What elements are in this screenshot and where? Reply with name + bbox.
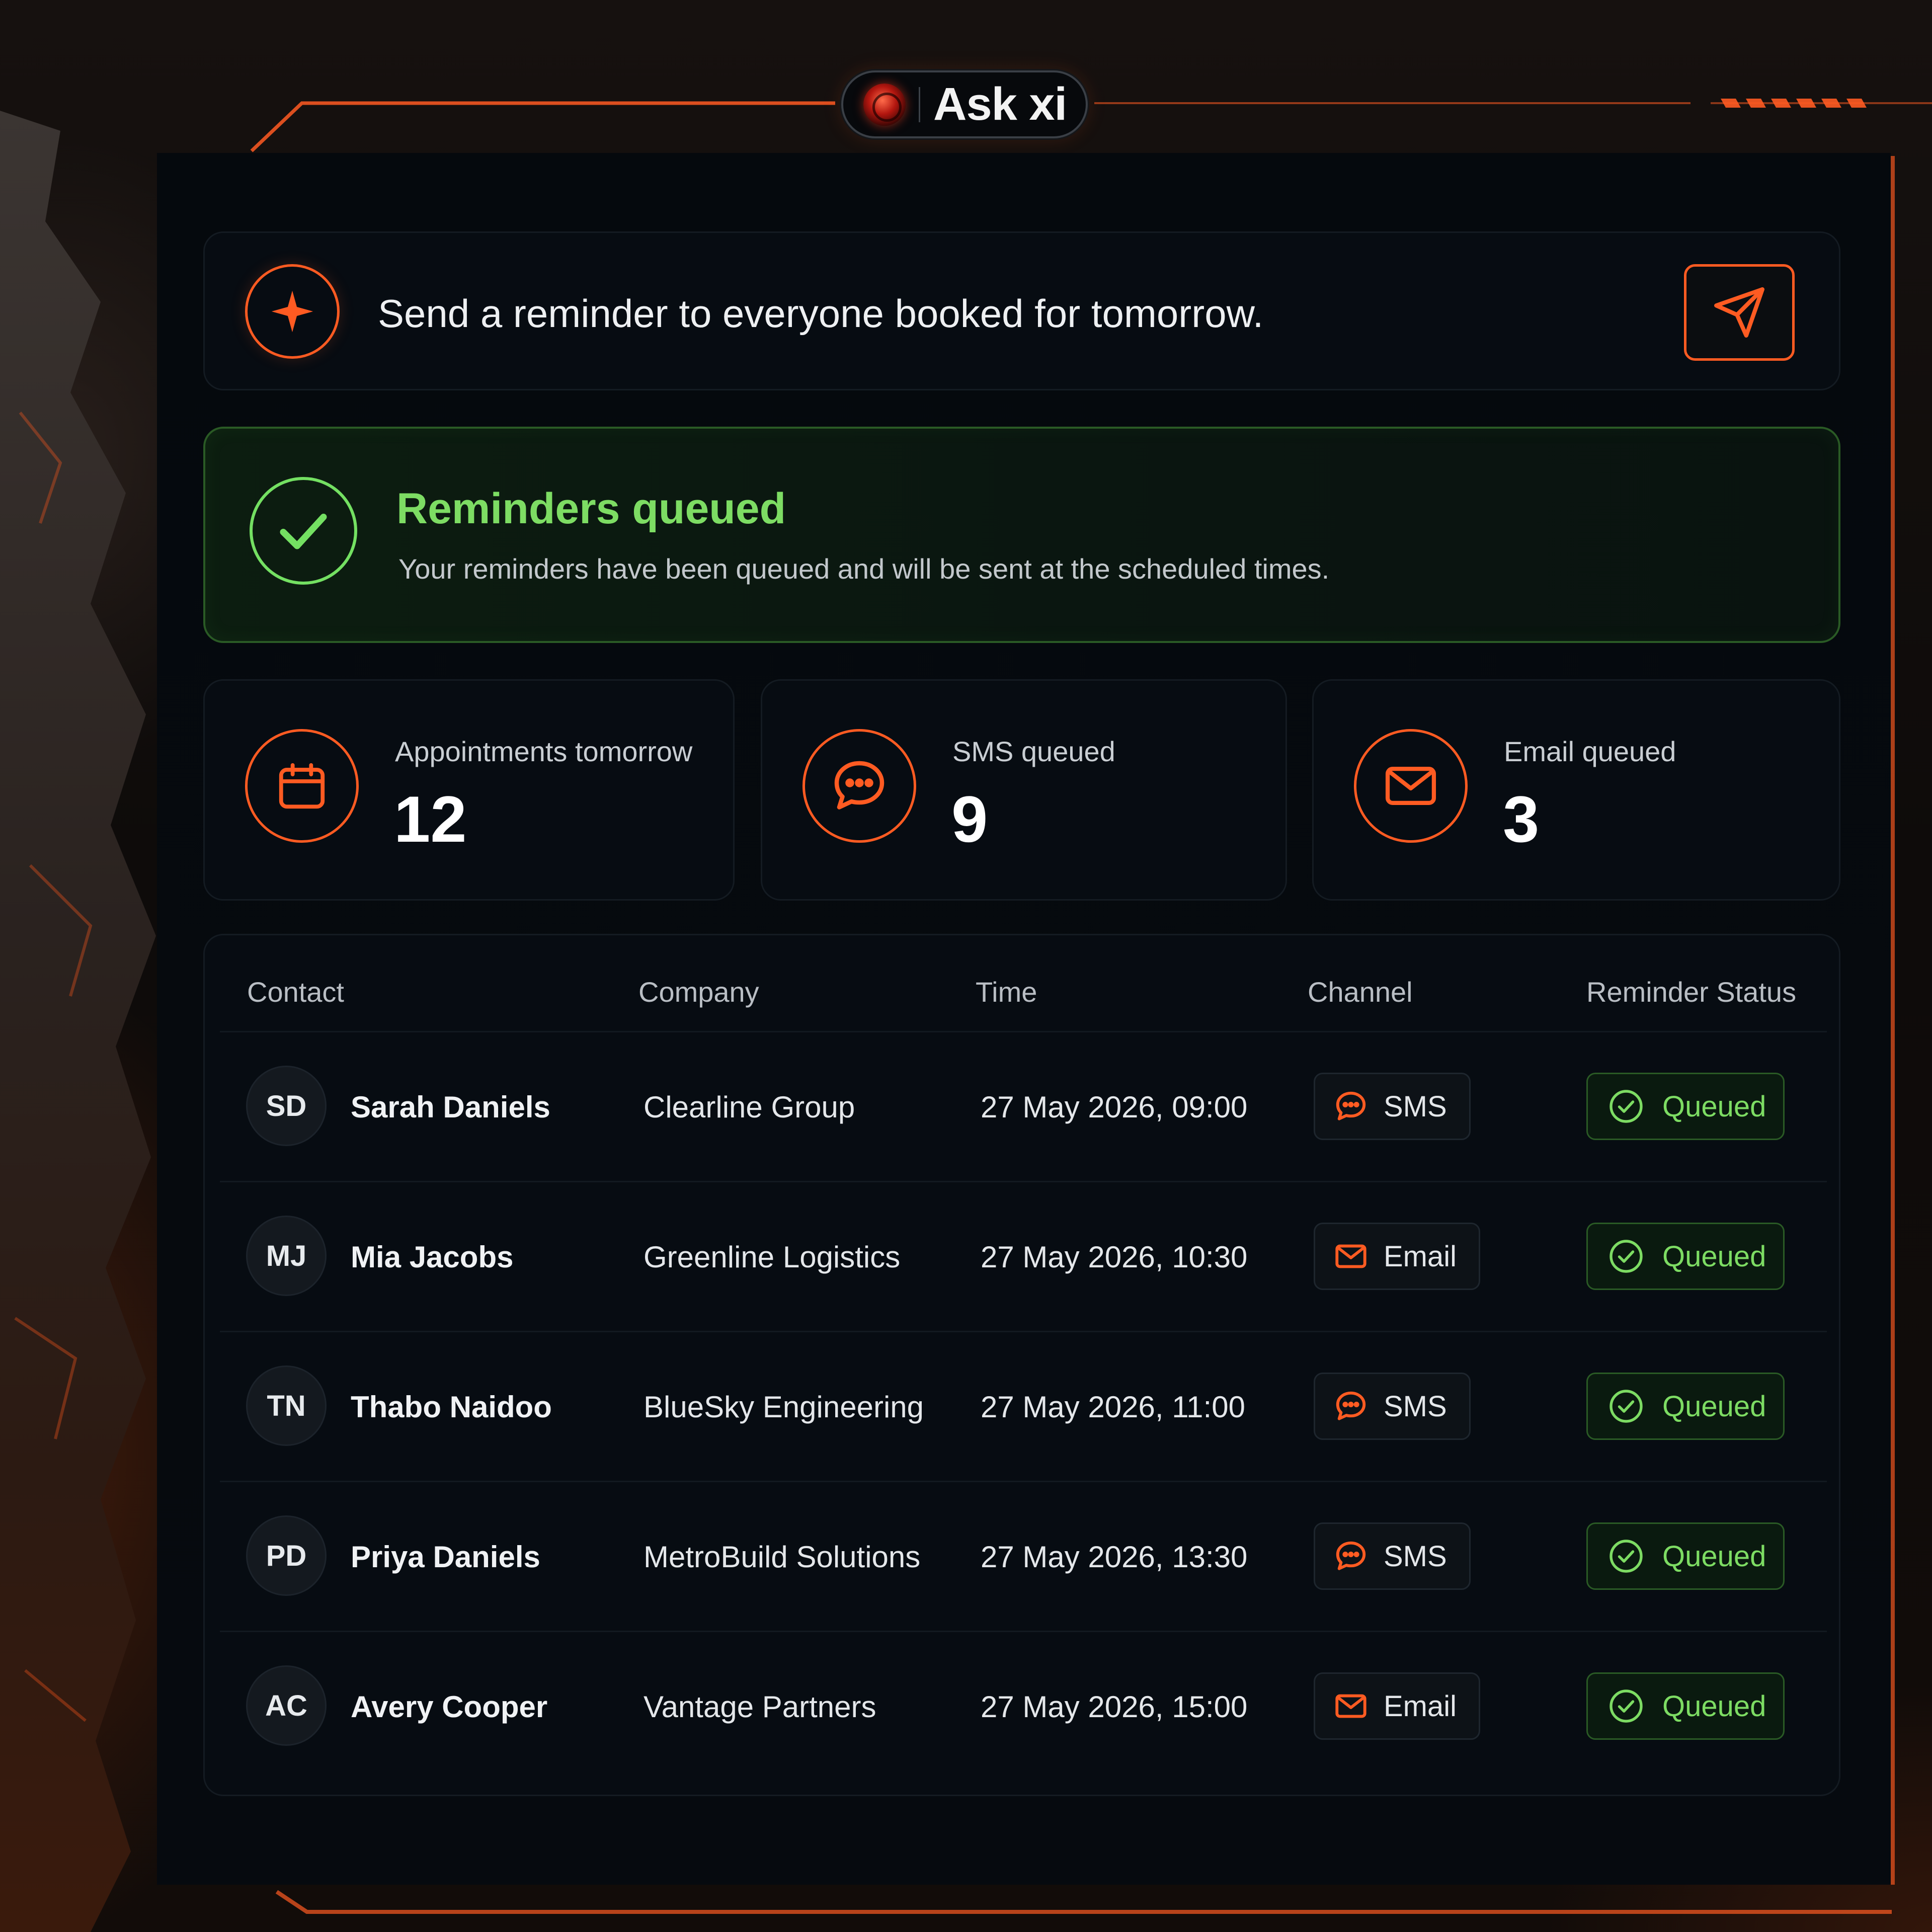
avatar: AC <box>246 1665 327 1746</box>
stat-card-sms: SMS queued 9 <box>761 679 1287 901</box>
contact-name: Priya Daniels <box>351 1540 540 1574</box>
main-panel: Send a reminder to everyone booked for t… <box>157 153 1891 1885</box>
check-circle-icon <box>1609 1090 1643 1123</box>
check-circle-icon <box>1609 1390 1643 1423</box>
stat-card-appointments: Appointments tomorrow 12 <box>203 679 735 901</box>
status-label: Queued <box>1662 1240 1766 1273</box>
table-row[interactable]: TN Thabo Naidoo BlueSky Engineering 27 M… <box>220 1331 1827 1481</box>
success-description: Your reminders have been queued and will… <box>398 553 1330 585</box>
status-badge: Queued <box>1586 1223 1785 1290</box>
ask-xi-logo-icon <box>863 83 906 126</box>
column-header-contact[interactable]: Contact <box>247 976 344 1008</box>
status-badge: Queued <box>1586 1373 1785 1440</box>
header-divider <box>919 87 920 122</box>
status-label: Queued <box>1662 1689 1766 1723</box>
brand-name: Ask xi <box>933 78 1067 130</box>
channel-badge: SMS <box>1314 1373 1471 1440</box>
status-badge: Queued <box>1586 1672 1785 1740</box>
avatar: MJ <box>246 1216 327 1296</box>
column-header-channel[interactable]: Channel <box>1308 976 1413 1008</box>
company-name: MetroBuild Solutions <box>643 1540 921 1574</box>
success-title: Reminders queued <box>396 485 786 533</box>
check-circle-icon <box>1609 1240 1643 1273</box>
stat-card-email: Email queued 3 <box>1312 679 1840 901</box>
status-label: Queued <box>1662 1390 1766 1423</box>
avatar: SD <box>246 1066 327 1146</box>
appointment-time: 27 May 2026, 09:00 <box>981 1090 1248 1124</box>
mail-icon <box>1335 1694 1366 1718</box>
table-row[interactable]: MJ Mia Jacobs Greenline Logistics 27 May… <box>220 1181 1827 1331</box>
status-label: Queued <box>1662 1540 1766 1573</box>
contact-name: Mia Jacobs <box>351 1240 514 1274</box>
app-stage: Ask xi Send a reminder to everyone booke… <box>0 0 1932 1932</box>
stat-label: Email queued <box>1504 736 1676 767</box>
send-button[interactable] <box>1684 264 1795 361</box>
mail-icon <box>1354 729 1468 843</box>
stat-value: 12 <box>394 782 467 856</box>
column-header-company[interactable]: Company <box>638 976 759 1008</box>
status-label: Queued <box>1662 1090 1766 1123</box>
channel-badge: SMS <box>1314 1073 1471 1140</box>
check-circle-icon <box>1609 1540 1643 1573</box>
mail-icon <box>1335 1244 1366 1268</box>
company-name: Vantage Partners <box>643 1690 876 1724</box>
prompt-input[interactable]: Send a reminder to everyone booked for t… <box>378 288 1263 339</box>
status-badge: Queued <box>1586 1522 1785 1590</box>
prompt-bar: Send a reminder to everyone booked for t… <box>203 231 1840 390</box>
contact-name: Thabo Naidoo <box>351 1390 552 1424</box>
reminders-table: Contact Company Time Channel Reminder St… <box>203 934 1840 1796</box>
stat-value: 3 <box>1503 782 1540 856</box>
column-header-time[interactable]: Time <box>976 976 1037 1008</box>
channel-label: SMS <box>1384 1540 1447 1573</box>
rock-texture-background <box>0 111 156 1932</box>
stat-label: SMS queued <box>952 736 1115 767</box>
calendar-icon <box>245 729 359 843</box>
chat-icon <box>1336 1391 1366 1420</box>
avatar: PD <box>246 1515 327 1596</box>
channel-badge: Email <box>1314 1672 1481 1740</box>
chat-icon <box>1336 1541 1366 1570</box>
company-name: Greenline Logistics <box>643 1240 901 1274</box>
check-circle-icon <box>1609 1689 1643 1723</box>
contact-name: Avery Cooper <box>351 1690 548 1724</box>
sparkle-icon <box>245 264 340 359</box>
appointment-time: 27 May 2026, 13:30 <box>981 1540 1248 1574</box>
channel-badge: SMS <box>1314 1522 1471 1590</box>
chat-icon <box>1336 1091 1366 1120</box>
appointment-time: 27 May 2026, 10:30 <box>981 1240 1248 1274</box>
column-header-reminder-status[interactable]: Reminder Status <box>1586 976 1796 1008</box>
table-row[interactable]: PD Priya Daniels MetroBuild Solutions 27… <box>220 1481 1827 1631</box>
contact-name: Sarah Daniels <box>351 1090 550 1124</box>
avatar: TN <box>246 1365 327 1446</box>
channel-badge: Email <box>1314 1223 1481 1290</box>
stat-value: 9 <box>951 782 988 856</box>
channel-label: SMS <box>1384 1390 1447 1423</box>
channel-label: SMS <box>1384 1090 1447 1123</box>
appointment-time: 27 May 2026, 15:00 <box>981 1690 1248 1724</box>
success-banner: Reminders queued Your reminders have bee… <box>203 427 1840 643</box>
channel-label: Email <box>1384 1240 1457 1273</box>
check-icon <box>250 477 357 585</box>
channel-label: Email <box>1384 1689 1457 1723</box>
status-badge: Queued <box>1586 1073 1785 1140</box>
chat-icon <box>802 729 916 843</box>
company-name: BlueSky Engineering <box>643 1390 924 1424</box>
appointment-time: 27 May 2026, 11:00 <box>981 1390 1245 1424</box>
stat-label: Appointments tomorrow <box>395 736 693 767</box>
ask-xi-header-button[interactable]: Ask xi <box>841 70 1088 138</box>
table-row[interactable]: AC Avery Cooper Vantage Partners 27 May … <box>220 1631 1827 1781</box>
table-row[interactable]: SD Sarah Daniels Clearline Group 27 May … <box>220 1031 1827 1181</box>
send-icon <box>1714 287 1764 338</box>
company-name: Clearline Group <box>643 1090 855 1124</box>
